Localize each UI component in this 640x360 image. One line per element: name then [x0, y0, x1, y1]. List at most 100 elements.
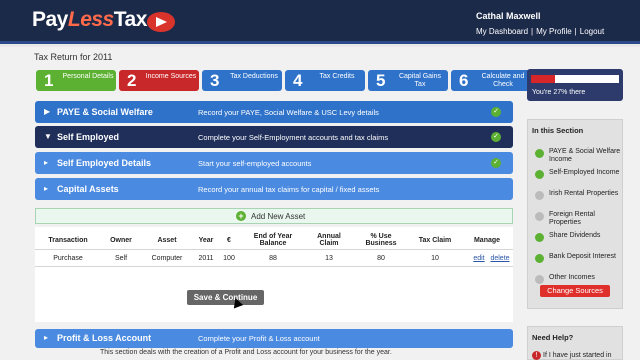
list-item[interactable]: Share Dividends — [531, 232, 621, 253]
status-dot-icon — [535, 149, 544, 158]
item-label: Foreign Rental Properties — [549, 211, 595, 226]
section-list: PAYE & Social Welfare Income Self-Employ… — [531, 148, 621, 295]
header-tax-claim: Tax Claim — [418, 237, 452, 244]
header-balance: End of Year Balance — [253, 233, 293, 247]
list-item[interactable]: Bank Deposit Interest — [531, 253, 621, 274]
section-description: Record your annual tax claims for capita… — [198, 185, 380, 194]
assets-panel: Transaction Owner Asset Year € End of Ye… — [35, 227, 513, 322]
status-dot-icon — [535, 191, 544, 200]
step-number: 3 — [210, 71, 220, 90]
step-label: Personal Details — [62, 73, 114, 80]
save-continue-button[interactable]: Save & Continue — [187, 290, 264, 305]
cell-asset: Computer — [151, 255, 183, 262]
step-calculate-and-check[interactable]: 6 Calculate and Check — [451, 70, 531, 91]
status-dot-icon — [535, 254, 544, 263]
step-tax-deductions[interactable]: 3 Tax Deductions — [202, 70, 282, 91]
capital-assets-bar[interactable]: ▸ Capital Assets Record your annual tax … — [35, 178, 513, 200]
cell-balance: 88 — [269, 255, 277, 262]
step-label: Tax Deductions — [230, 73, 278, 80]
collapse-arrow-icon: ▼ — [44, 132, 52, 141]
status-dot-icon — [535, 170, 544, 179]
status-dot-icon — [535, 233, 544, 242]
expand-arrow-icon: ▸ — [44, 184, 49, 193]
step-tax-credits[interactable]: 4 Tax Credits — [285, 70, 365, 91]
progress-text: You're 27% there — [532, 89, 586, 96]
list-item[interactable]: Foreign Rental Properties — [531, 211, 621, 232]
section-description: Record your PAYE, Social Welfare & USC L… — [198, 108, 379, 117]
link-separator: | — [531, 27, 534, 36]
add-asset-label: Add New Asset — [251, 212, 306, 221]
page-title: Tax Return for 2011 — [34, 52, 113, 62]
row-divider — [35, 266, 513, 267]
step-capital-gains-tax[interactable]: 5 Capital Gains Tax — [368, 70, 448, 91]
progress-fill — [531, 75, 555, 83]
list-item[interactable]: Irish Rental Properties — [531, 190, 621, 211]
help-note-text: If I have just started in — [543, 352, 612, 359]
paylesstax-logo[interactable]: PayLessTax — [32, 8, 147, 32]
step-label: Income Sources — [145, 73, 197, 80]
section-name: PAYE & Social Welfare — [57, 107, 153, 117]
expand-arrow-icon: ▸ — [44, 333, 49, 342]
help-title: Need Help? — [532, 333, 574, 342]
section-description: Complete your Profit & Loss account — [198, 334, 320, 343]
header-euro: € — [227, 237, 231, 244]
progress-box: You're 27% there — [527, 69, 623, 101]
cell-amount: 100 — [223, 255, 235, 262]
logout-link[interactable]: Logout — [580, 27, 604, 36]
check-icon: ✓ — [491, 107, 501, 117]
section-description: Complete your Self-Employment accounts a… — [198, 133, 389, 142]
logo-tax: Tax — [113, 8, 148, 31]
item-label: Other Incomes — [549, 274, 595, 281]
user-name: Cathal Maxwell — [476, 11, 541, 21]
plus-icon: + — [236, 211, 246, 221]
section-name: Self Employed Details — [57, 158, 152, 168]
help-note[interactable]: ! If I have just started in — [532, 351, 622, 360]
profit-loss-section-bar[interactable]: ▸ Profit & Loss Account Complete your Pr… — [35, 329, 513, 348]
step-number: 2 — [127, 71, 137, 90]
header-manage: Manage — [473, 237, 501, 244]
section-name: Profit & Loss Account — [57, 333, 152, 343]
item-label: PAYE & Social Welfare Income — [549, 148, 621, 163]
self-employed-details-bar[interactable]: ▸ Self Employed Details Start your self-… — [35, 152, 513, 174]
delete-link[interactable]: delete — [489, 255, 511, 262]
play-arrow-icon — [147, 12, 175, 32]
list-item[interactable]: PAYE & Social Welfare Income — [531, 148, 621, 169]
step-personal-details[interactable]: 1 Personal Details — [36, 70, 116, 91]
step-label: Calculate and Check — [481, 73, 525, 88]
logo-pay: Pay — [32, 8, 68, 31]
check-icon: ✓ — [491, 132, 501, 142]
step-number: 1 — [44, 71, 54, 90]
item-label: Share Dividends — [549, 232, 601, 239]
step-label: Capital Gains Tax — [398, 73, 442, 88]
add-new-asset-button[interactable]: + Add New Asset — [35, 208, 513, 224]
my-profile-link[interactable]: My Profile — [536, 27, 572, 36]
item-label: Irish Rental Properties — [549, 190, 619, 197]
edit-link[interactable]: edit — [469, 255, 489, 262]
step-income-sources[interactable]: 2 Income Sources — [119, 70, 199, 91]
logo-less: Less — [67, 8, 114, 31]
header-use: % Use Business — [365, 233, 397, 247]
paye-section-bar[interactable]: ▶ PAYE & Social Welfare Record your PAYE… — [35, 101, 513, 123]
progress-steps: 1 Personal Details 2 Income Sources 3 Tax D… — [36, 70, 534, 91]
row-divider — [35, 249, 513, 250]
change-sources-button[interactable]: Change Sources — [540, 285, 610, 297]
list-item[interactable]: Self-Employed Income — [531, 169, 621, 190]
header-year: Year — [198, 237, 214, 244]
header-asset: Asset — [157, 237, 177, 244]
status-dot-icon — [535, 275, 544, 284]
section-name: Capital Assets — [57, 184, 119, 194]
section-name: Self Employed — [57, 132, 120, 142]
step-label: Tax Credits — [319, 73, 355, 80]
item-label: Self-Employed Income — [549, 169, 620, 176]
cell-year: 2011 — [198, 255, 214, 262]
profit-loss-description: This section deals with the creation of … — [100, 349, 392, 356]
link-separator: | — [574, 27, 577, 36]
check-icon: ✓ — [491, 158, 501, 168]
my-dashboard-link[interactable]: My Dashboard — [476, 27, 528, 36]
cell-transaction: Purchase — [53, 255, 83, 262]
need-help-panel: Need Help? ! If I have just started in — [527, 326, 623, 360]
self-employed-section-bar[interactable]: ▼ Self Employed Complete your Self-Emplo… — [35, 126, 513, 148]
step-number: 6 — [459, 71, 469, 90]
step-number: 4 — [293, 71, 303, 90]
user-links: My Dashboard | My Profile | Logout — [476, 27, 604, 36]
